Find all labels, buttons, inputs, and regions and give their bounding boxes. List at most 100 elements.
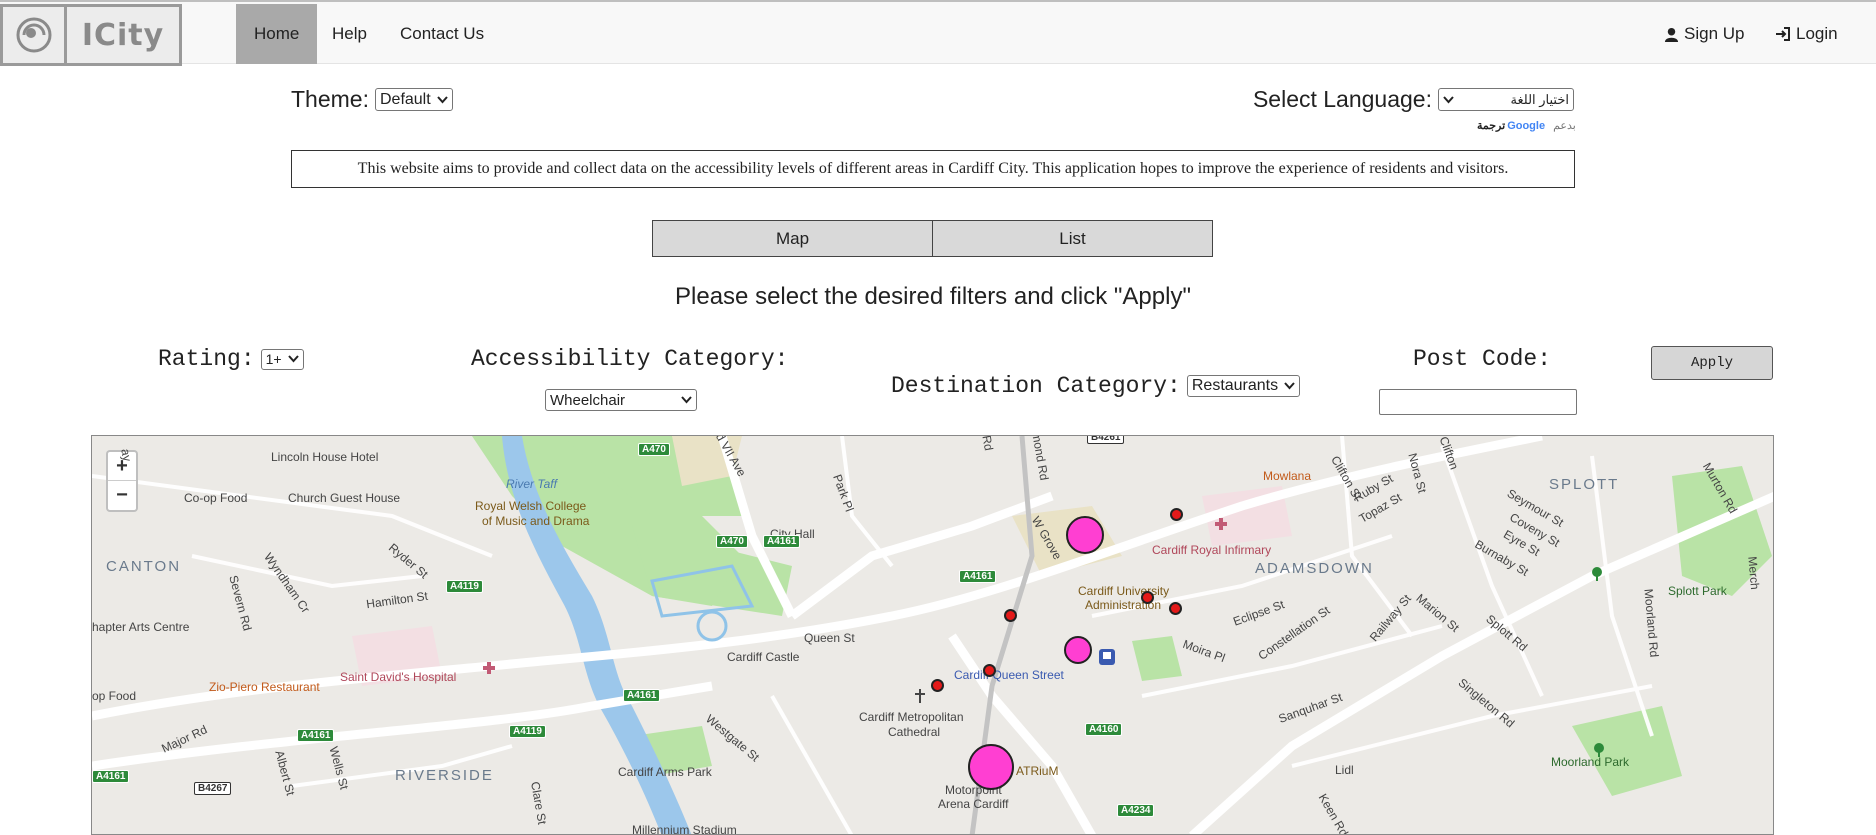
place-co-op-food: Co-op Food [184, 491, 248, 505]
hospital-icon [483, 662, 495, 674]
street-queen-st: Queen St [804, 631, 855, 645]
place-cardiff-arms-park: Cardiff Arms Park [618, 765, 712, 779]
language-label: Select Language: [1252, 86, 1432, 112]
powered-by-text: بدعم [1553, 120, 1576, 132]
hospital-icon [1215, 518, 1227, 530]
rating-select[interactable]: 1+ [260, 348, 304, 370]
intro-banner: This website aims to provide and collect… [291, 150, 1575, 188]
place-metropolitan-line2: Cathedral [888, 725, 941, 739]
destination-marker[interactable] [1064, 636, 1092, 664]
logo-text: ICity [81, 17, 165, 53]
road-tag: A4234 [1117, 804, 1155, 817]
place-lincoln-house-hotel: Lincoln House Hotel [271, 450, 379, 464]
place-millennium-stadium: Millennium Stadium [632, 823, 737, 835]
postcode-input[interactable] [1379, 389, 1577, 415]
destination-dot[interactable] [1169, 602, 1182, 615]
rating-filter: Rating: 1+ [158, 346, 304, 372]
road-tag: A470 [716, 535, 748, 548]
eye-logo-icon [3, 7, 67, 63]
place-splott-park: Splott Park [1668, 584, 1727, 598]
street-merch: Merch [1745, 555, 1763, 591]
place-motorpoint-line2: Arena Cardiff [938, 797, 1009, 811]
login-link[interactable]: Login [1775, 4, 1838, 64]
zoom-out-button[interactable]: − [108, 481, 136, 510]
destination-value: Restaurants [1191, 377, 1279, 394]
road-tag: A4161 [763, 535, 801, 548]
place-cardiff-castle: Cardiff Castle [727, 650, 800, 664]
sign-up-label: Sign Up [1684, 24, 1745, 43]
tree-icon [1594, 743, 1604, 757]
road-tag: A4119 [446, 580, 483, 593]
place-rwcmd-line2: of Music and Drama [482, 514, 590, 528]
apply-button[interactable]: Apply [1651, 346, 1773, 380]
area-label-adamsdown: ADAMSDOWN [1255, 560, 1374, 577]
place-atrium: ATRiuM [1016, 764, 1059, 778]
place-zio-piero-restaurant: Zio-Piero Restaurant [209, 680, 320, 694]
nav-contact-us[interactable]: Contact Us [382, 4, 502, 64]
chevron-down-icon [287, 355, 299, 363]
area-label-riverside: RIVERSIDE [395, 767, 494, 784]
road-tag: A4161 [92, 770, 130, 783]
login-icon [1776, 27, 1790, 41]
destination-marker[interactable] [968, 744, 1014, 790]
place-moorland-park: Moorland Park [1551, 755, 1630, 769]
sign-up-link[interactable]: Sign Up [1664, 4, 1744, 64]
login-label: Login [1796, 24, 1838, 43]
destination-select[interactable]: Restaurants [1186, 375, 1301, 397]
place-church-guest-house: Church Guest House [288, 491, 401, 505]
list-view-button[interactable]: List [932, 220, 1213, 257]
user-icon [1664, 27, 1679, 42]
chevron-down-icon [436, 95, 448, 103]
road-tag: A4161 [959, 570, 997, 583]
road-tag: A4161 [297, 729, 335, 742]
road-tag: A4160 [1085, 723, 1123, 736]
road-tag: A470 [638, 443, 670, 456]
theme-row: Theme: Default [291, 86, 453, 113]
nav-help[interactable]: Help [314, 4, 385, 64]
place-rwcmd-line1: Royal Welsh College [475, 499, 587, 513]
destination-dot[interactable] [983, 664, 996, 677]
language-row: Select Language: اختيار اللغة [1253, 86, 1574, 113]
google-translate-credit[interactable]: ترجمة Google بدعم [1477, 119, 1576, 133]
postcode-label: Post Code: [1413, 346, 1552, 372]
tree-icon [1592, 567, 1602, 581]
google-text: Google [1507, 119, 1546, 132]
accessibility-value: Wheelchair [550, 391, 626, 409]
navbar: ICity Home Help Contact Us Sign Up Login [0, 0, 1876, 66]
destination-dot[interactable] [1170, 508, 1183, 521]
church-icon [915, 689, 925, 703]
place-co-op-food-2: op Food [92, 689, 137, 703]
destination-dot[interactable] [931, 679, 944, 692]
place-metropolitan-line1: Cardiff Metropolitan [859, 710, 964, 724]
destination-filter: Destination Category: Restaurants [891, 373, 1301, 399]
train-station-icon [1099, 649, 1115, 665]
chevron-down-icon [681, 396, 692, 404]
place-cardiff-queen-street: Cardiff Queen Street [954, 668, 1064, 682]
place-river-taff: River Taff [506, 477, 557, 491]
road-tag: A4119 [509, 725, 546, 738]
destination-marker[interactable] [1066, 516, 1104, 554]
place-chapter-arts-centre: hapter Arts Centre [92, 620, 190, 634]
place-lidl: Lidl [1335, 763, 1354, 777]
destination-dot[interactable] [1004, 609, 1017, 622]
area-label-splott: SPLOTT [1549, 476, 1620, 493]
road-tag: A4161 [623, 689, 661, 702]
language-select[interactable]: اختيار اللغة [1438, 88, 1574, 111]
street-ay: ay [118, 447, 135, 463]
translate-text: ترجمة [1477, 120, 1506, 132]
destination-label: Destination Category: [891, 373, 1181, 399]
icity-logo[interactable]: ICity [0, 4, 182, 66]
nav-home[interactable]: Home [236, 4, 318, 64]
road-tag: B4261 [1087, 436, 1125, 444]
place-cardiff-royal-infirmary: Cardiff Royal Infirmary [1152, 543, 1272, 557]
theme-label: Theme: [291, 86, 369, 112]
place-mowlana: Mowlana [1263, 469, 1312, 483]
theme-select[interactable]: Default [374, 88, 453, 111]
rating-label: Rating: [158, 346, 255, 372]
destination-dot[interactable] [1141, 591, 1154, 604]
map[interactable]: + − CANTON RIVERSIDE ADAMSDOWN SPLOTT Li… [91, 435, 1774, 835]
map-view-button[interactable]: Map [652, 220, 933, 257]
accessibility-select[interactable]: Wheelchair [545, 389, 697, 411]
road-tag: B4267 [194, 782, 232, 795]
chevron-down-icon [1443, 95, 1454, 103]
